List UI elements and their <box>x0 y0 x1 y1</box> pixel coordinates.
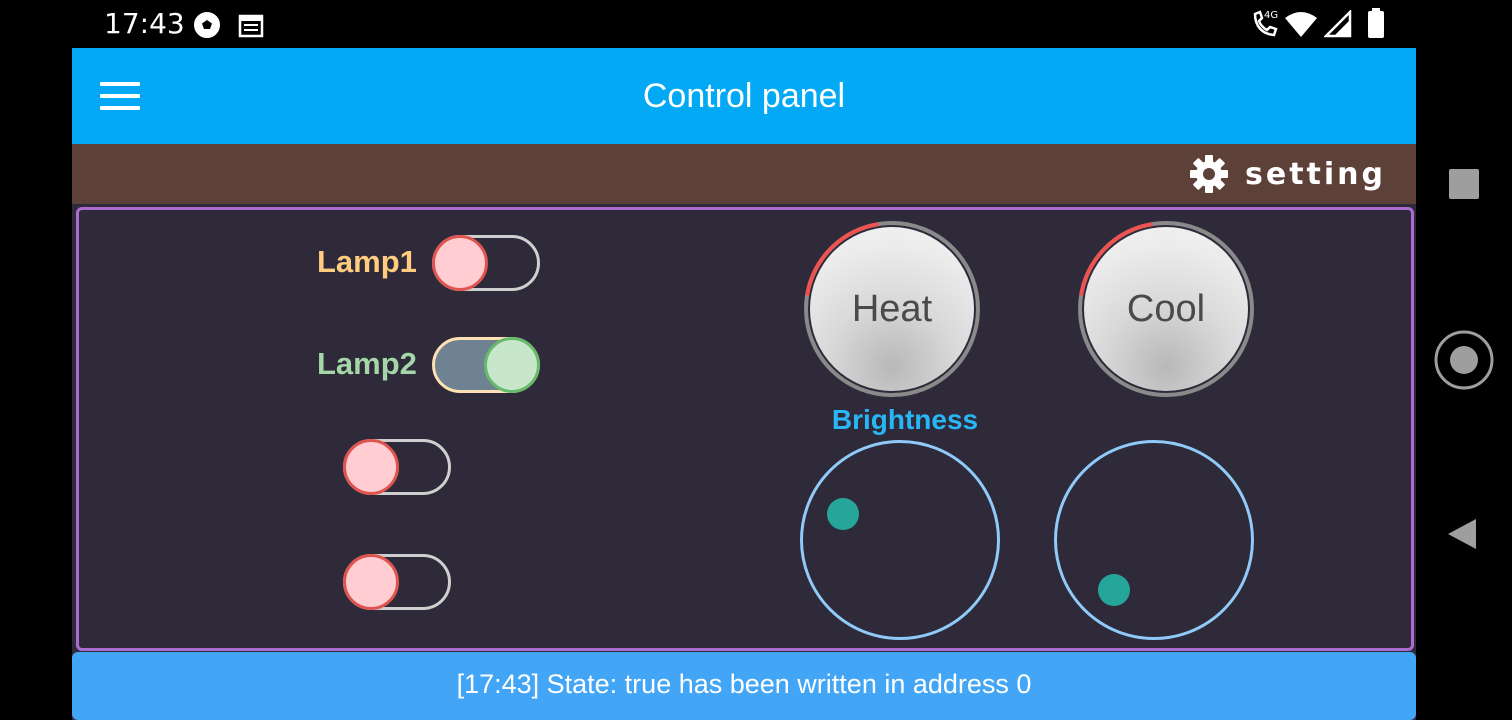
page-title: Control panel <box>642 77 846 115</box>
brightness-joystick-2[interactable] <box>1054 440 1254 640</box>
brightness-joystick-1[interactable] <box>800 440 1000 640</box>
device-screen: 17:43 4G Control panel setting Lamp1 Lam… <box>0 0 1512 720</box>
lamp2-switch[interactable] <box>432 337 540 393</box>
joystick-handle[interactable] <box>827 498 859 530</box>
gear-icon <box>1190 155 1228 193</box>
battery-icon <box>1368 8 1384 38</box>
control-panel: Lamp1 Lamp2 Heat Cool Brightness <box>76 207 1414 651</box>
calendar-icon <box>238 14 264 38</box>
recents-button[interactable] <box>1449 169 1479 199</box>
heat-knob[interactable]: Heat <box>802 219 982 399</box>
status-time: 17:43 <box>104 7 185 40</box>
brightness-title: Brightness <box>831 404 979 435</box>
cool-knob[interactable]: Cool <box>1076 219 1256 399</box>
log-message: [17:43] State: true has been written in … <box>456 669 1032 699</box>
home-button[interactable] <box>1433 329 1495 391</box>
setting-label: setting <box>1245 156 1386 192</box>
joystick-handle[interactable] <box>1098 574 1130 606</box>
setting-bar: setting <box>72 144 1416 204</box>
switch-3[interactable] <box>343 439 451 495</box>
soccer-ball-icon <box>194 12 220 38</box>
wifi-icon <box>1285 12 1317 37</box>
signal-icon <box>1324 10 1352 38</box>
app-bar: Control panel <box>72 48 1416 144</box>
lamp1-label: Lamp1 <box>317 244 417 279</box>
heat-label: Heat <box>851 288 933 330</box>
lamp2-label: Lamp2 <box>317 346 417 381</box>
svg-text:4G: 4G <box>1264 10 1278 21</box>
hamburger-menu-icon[interactable] <box>100 82 140 112</box>
lamp1-switch[interactable] <box>432 235 540 291</box>
cool-label: Cool <box>1126 288 1206 330</box>
setting-button[interactable]: setting <box>1189 154 1386 194</box>
log-bar: [17:43] State: true has been written in … <box>72 652 1416 720</box>
call-4g-icon: 4G <box>1253 10 1278 37</box>
switch-4[interactable] <box>343 554 451 610</box>
app-window: Control panel setting Lamp1 Lamp2 Heat C… <box>72 48 1416 720</box>
back-button[interactable] <box>1446 517 1480 551</box>
